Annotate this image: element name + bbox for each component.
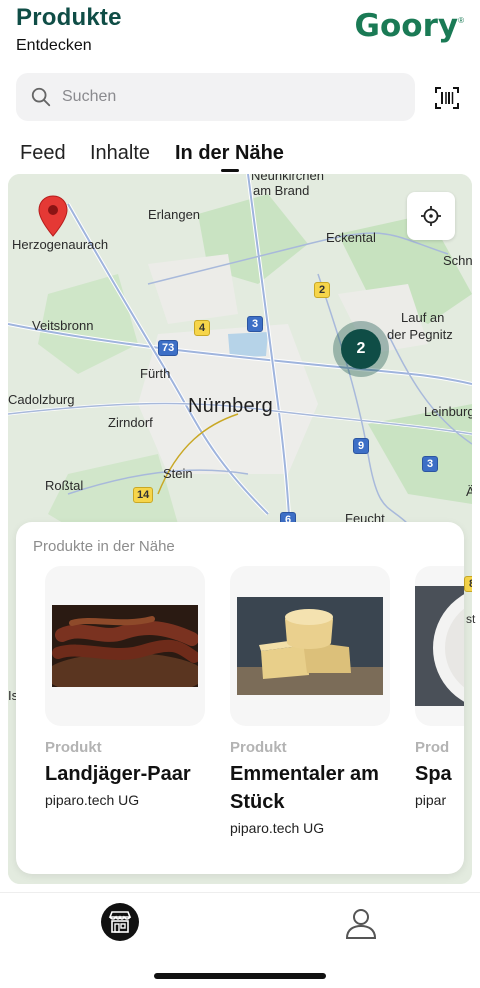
product-image-box — [415, 566, 464, 726]
route-marker-4: 4 — [194, 320, 210, 336]
user-icon — [345, 909, 377, 939]
active-tab-indicator — [221, 169, 239, 172]
crosshair-icon — [421, 206, 441, 226]
product-name: Landjäger-Paar — [45, 763, 191, 785]
map-label-lauf-an: Lauf an — [401, 310, 445, 325]
route-marker-2: 2 — [314, 282, 330, 298]
map-pin-icon[interactable] — [36, 194, 70, 238]
tab-feed[interactable]: Feed — [20, 142, 66, 165]
nav-shop-button[interactable] — [101, 903, 139, 941]
map-label-neunkirchen: Neunkirchen — [251, 174, 324, 183]
nav-profile-button[interactable] — [343, 905, 379, 941]
map-label-edge-a: Ä — [466, 484, 472, 499]
page-title: Produkte — [16, 4, 122, 31]
product-type: Prod — [415, 739, 450, 756]
locate-me-button[interactable] — [407, 192, 455, 240]
barcode-scan-button[interactable] — [432, 84, 462, 112]
tab-inhalte[interactable]: Inhalte — [90, 142, 150, 165]
page-subtitle: Entdecken — [16, 37, 92, 54]
map-label-herzogenaurach: Herzogenaurach — [12, 237, 109, 252]
map-label-erlangen: Erlangen — [148, 207, 201, 222]
product-image-box — [230, 566, 390, 726]
route-marker-3b: 3 — [422, 456, 438, 472]
barcode-scan-icon — [435, 87, 459, 109]
search-input[interactable] — [62, 88, 382, 106]
registered-mark: ® — [458, 16, 464, 25]
product-type: Produkt — [45, 739, 102, 756]
search-bar[interactable] — [16, 73, 415, 121]
product-image-box — [45, 566, 205, 726]
route-marker-3a: 3 — [247, 316, 263, 332]
route-marker-73: 73 — [158, 340, 179, 356]
product-vendor: piparo.tech UG — [45, 792, 140, 808]
map-label-stein: Stein — [163, 466, 193, 481]
map-label-fuerth: Fürth — [140, 366, 171, 381]
map-label-nuernberg: Nürnberg — [188, 395, 273, 417]
route-marker-8: 8 — [464, 576, 472, 592]
shop-icon — [108, 911, 132, 933]
cluster-count: 2 — [341, 329, 381, 369]
product-name: Spa — [415, 763, 452, 785]
map-label-eckental: Eckental — [326, 230, 376, 245]
map-label-veitsbronn: Veitsbronn — [32, 318, 94, 333]
tab-in-der-naehe[interactable]: In der Nähe — [175, 142, 284, 165]
product-image-partial — [415, 586, 464, 706]
product-card-emmentaler[interactable]: Produkt Emmentaler am Stück piparo.tech … — [230, 566, 390, 836]
app-header: Produkte Entdecken Goory ® — [0, 0, 480, 66]
map-label-cadolzburg: Cadolzburg — [8, 392, 75, 407]
map-label-schn: Schn — [443, 253, 472, 268]
nearby-products-panel: Produkte in der Nähe Produkt Landjäger-P… — [16, 522, 464, 874]
nearby-products-title: Produkte in der Nähe — [33, 538, 175, 555]
product-image-emmentaler — [237, 597, 383, 695]
product-card-partial[interactable]: Prod Spa pipar — [415, 566, 464, 808]
tab-bar: Feed Inhalte In der Nähe — [0, 138, 480, 174]
product-type: Produkt — [230, 739, 287, 756]
home-indicator — [154, 973, 326, 979]
map-label-rosstal: Roßtal — [45, 478, 84, 493]
product-name: Emmentaler am Stück — [230, 763, 379, 813]
route-marker-14: 14 — [133, 487, 154, 503]
logo-text: Goory — [354, 8, 459, 44]
map-cluster-marker[interactable]: 2 — [333, 321, 389, 377]
map-label-zirndorf: Zirndorf — [108, 415, 153, 430]
map-label-am-brand: am Brand — [253, 183, 310, 198]
product-vendor: piparo.tech UG — [230, 820, 325, 836]
product-image-landjaeger — [52, 605, 198, 687]
bottom-navigation — [0, 892, 480, 988]
route-marker-9: 9 — [353, 438, 369, 454]
goory-logo: Goory ® — [355, 8, 464, 44]
search-icon — [31, 87, 51, 107]
product-vendor: pipar — [415, 792, 447, 808]
map-label-leinburg: Leinburg — [424, 404, 472, 419]
product-card-landjaeger[interactable]: Produkt Landjäger-Paar piparo.tech UG — [45, 566, 205, 808]
map-label-der-pegnitz: der Pegnitz — [387, 327, 453, 342]
map-label-edge-st: st — [466, 612, 476, 626]
